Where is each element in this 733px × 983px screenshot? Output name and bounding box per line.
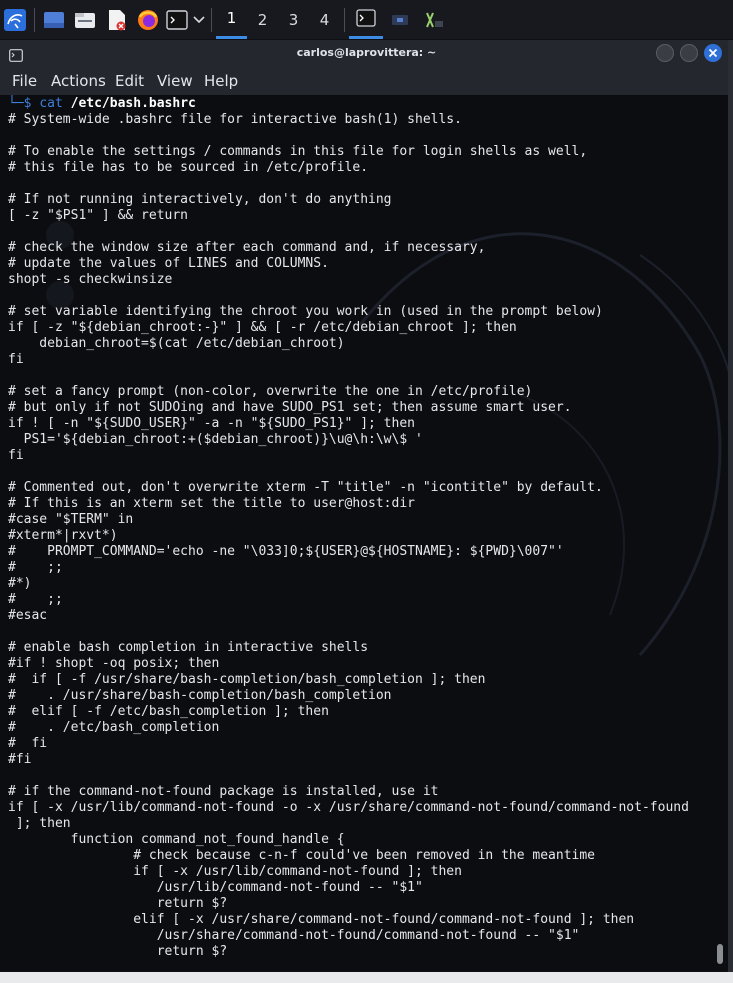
terminal-line: #xterm*|rxvt*) <box>8 528 118 543</box>
terminal-line: # this file has to be sourced in /etc/pr… <box>8 160 369 175</box>
window-title: carlos@laprovittera: ~ <box>296 46 437 59</box>
panel-separator <box>344 7 345 32</box>
terminal-line: # enable bash completion in interactive … <box>8 640 369 655</box>
menu-edit[interactable]: Edit <box>115 72 144 90</box>
terminal-line: /usr/share/command-not-found/command-not… <box>8 928 580 943</box>
menu-help[interactable]: Help <box>204 72 238 90</box>
terminal-line: # ;; <box>8 560 63 575</box>
terminal-line: return $? <box>8 896 228 911</box>
terminal-line: # if the command-not-found package is in… <box>8 784 439 799</box>
terminal-line: # . /etc/bash_completion <box>8 720 220 735</box>
terminal-line: # System-wide .bashrc file for interacti… <box>8 112 462 127</box>
workspace-3[interactable]: 3 <box>278 0 309 39</box>
terminal-icon[interactable] <box>163 0 191 39</box>
terminal-line: # but only if not SUDOing and have SUDO_… <box>8 400 572 415</box>
kali-menu-icon[interactable] <box>0 0 30 39</box>
taskbar-app-icon[interactable] <box>417 0 451 39</box>
command: cat <box>39 96 63 111</box>
terminal-line: [ -z "$PS1" ] && return <box>8 208 189 223</box>
file-contents: # System-wide .bashrc file for interacti… <box>8 112 689 960</box>
terminal-line: # ;; <box>8 592 63 607</box>
close-icon <box>708 48 718 58</box>
text-editor-icon[interactable] <box>101 0 133 39</box>
taskbar-window-icon[interactable] <box>383 0 417 39</box>
terminal-line: fi <box>8 352 24 367</box>
file-manager-icon[interactable] <box>69 0 101 39</box>
terminal-line: if [ -z "${debian_chroot:-}" ] && [ -r /… <box>8 320 517 335</box>
terminal-line: # if [ -f /usr/share/bash-completion/bas… <box>8 672 486 687</box>
window-edge <box>728 40 733 973</box>
workspace-2[interactable]: 2 <box>247 0 278 39</box>
chevron-down-icon[interactable] <box>191 0 207 39</box>
menu-bar: File Actions Edit View Help <box>0 67 733 95</box>
terminal-line: ]; then <box>8 816 71 831</box>
terminal-line: # check the window size after each comma… <box>8 240 486 255</box>
prompt-arrow: └─$ <box>8 96 32 111</box>
minimize-button[interactable] <box>656 44 674 62</box>
terminal-line: PS1='${debian_chroot:+($debian_chroot)}\… <box>8 432 423 447</box>
bottom-strip <box>0 972 733 983</box>
terminal-line: # To enable the settings / commands in t… <box>8 144 588 159</box>
terminal-line: # PROMPT_COMMAND='echo -ne "\033]0;${USE… <box>8 544 564 559</box>
terminal-line: # Commented out, don't overwrite xterm -… <box>8 480 603 495</box>
panel-separator <box>211 7 212 32</box>
terminal-line: # If not running interactively, don't do… <box>8 192 392 207</box>
terminal-line: if [ -x /usr/lib/command-not-found ]; th… <box>8 864 462 879</box>
terminal-line: # update the values of LINES and COLUMNS… <box>8 256 329 271</box>
terminal-output[interactable]: └─$ cat /etc/bash.bashrc # System-wide .b… <box>0 95 733 971</box>
terminal-line: if [ -x /usr/lib/command-not-found -o -x… <box>8 800 689 815</box>
terminal-line: function command_not_found_handle { <box>8 832 345 847</box>
terminal-line: # If this is an xterm set the title to u… <box>8 496 415 511</box>
terminal-line: /usr/lib/command-not-found -- "$1" <box>8 880 423 895</box>
workspace-4[interactable]: 4 <box>309 0 340 39</box>
terminal-window: carlos@laprovittera: ~ File Actions Edit… <box>0 40 733 973</box>
taskbar-terminal-icon[interactable] <box>349 0 383 39</box>
terminal-line: elif [ -x /usr/share/command-not-found/c… <box>8 912 635 927</box>
terminal-line: #if ! shopt -oq posix; then <box>8 656 220 671</box>
terminal-text: └─$ cat /etc/bash.bashrc # System-wide .b… <box>8 96 689 960</box>
terminal-line: #fi <box>8 752 32 767</box>
scrollbar-thumb[interactable] <box>717 944 723 964</box>
maximize-button[interactable] <box>680 44 698 62</box>
terminal-line: # elif [ -f /etc/bash_completion ]; then <box>8 704 329 719</box>
panel-separator <box>34 7 35 32</box>
show-desktop-icon[interactable] <box>39 0 69 39</box>
menu-file[interactable]: File <box>12 72 37 90</box>
workspace-1[interactable]: 1 <box>216 0 247 39</box>
terminal-line: if ! [ -n "${SUDO_USER}" -a -n "${SUDO_P… <box>8 416 415 431</box>
terminal-line: # fi <box>8 736 48 751</box>
command-argument: /etc/bash.bashrc <box>70 96 196 111</box>
firefox-icon[interactable] <box>133 0 163 39</box>
terminal-line: debian_chroot=$(cat /etc/debian_chroot) <box>8 336 345 351</box>
window-titlebar[interactable]: carlos@laprovittera: ~ <box>0 40 733 67</box>
terminal-line: return $? <box>8 944 228 959</box>
menu-view[interactable]: View <box>157 72 193 90</box>
close-button[interactable] <box>704 44 722 62</box>
top-panel: 1 2 3 4 <box>0 0 733 40</box>
terminal-line: #esac <box>8 608 48 623</box>
terminal-line: # . /usr/share/bash-completion/bash_comp… <box>8 688 392 703</box>
terminal-line: # set variable identifying the chroot yo… <box>8 304 603 319</box>
terminal-line: # set a fancy prompt (non-color, overwri… <box>8 384 533 399</box>
terminal-line: # check because c-n-f could've been remo… <box>8 848 595 863</box>
menu-actions[interactable]: Actions <box>51 72 106 90</box>
prompt-line: └─$ cat /etc/bash.bashrc <box>8 96 689 112</box>
terminal-line: fi <box>8 448 24 463</box>
terminal-line: #case "$TERM" in <box>8 512 134 527</box>
terminal-line: shopt -s checkwinsize <box>8 272 173 287</box>
terminal-line: #*) <box>8 576 32 591</box>
